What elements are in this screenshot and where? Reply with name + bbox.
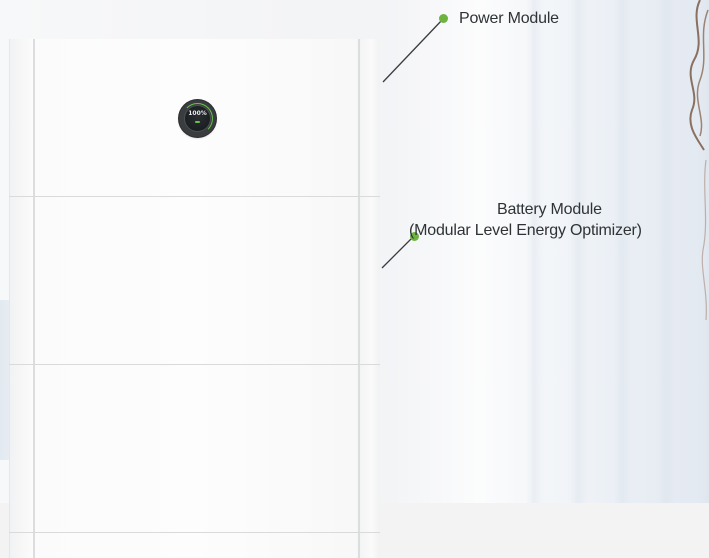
hair-decoration: [689, 0, 709, 321]
power-module-label: Power Module: [459, 10, 559, 27]
charge-level-value: 100%: [188, 110, 207, 117]
battery-module-seam-2: [9, 532, 380, 533]
energy-storage-cabinet: 100%: [9, 39, 380, 558]
battery-module-label: Battery Module: [497, 201, 602, 218]
battery-module-sublabel: (Modular Level Energy Optimizer): [409, 222, 642, 239]
product-scene: 100% Power Module Battery Module (Modula…: [0, 0, 709, 558]
status-indicator-icon: [195, 121, 200, 123]
status-display: 100%: [179, 100, 216, 137]
cabinet-right-rail: [358, 39, 360, 558]
power-module-seam: [9, 196, 380, 197]
cabinet-left-rail: [33, 39, 35, 558]
power-module-dot-icon: [439, 14, 448, 23]
cabinet-side-panel: [360, 39, 380, 558]
charge-ring-icon: [182, 103, 213, 134]
battery-module-seam-1: [9, 364, 380, 365]
